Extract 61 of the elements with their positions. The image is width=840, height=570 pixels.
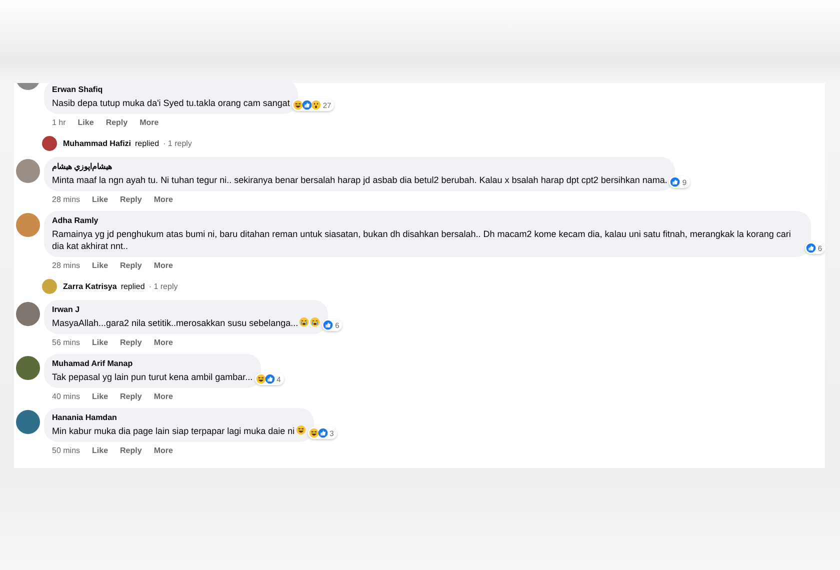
comment-time: 28 mins xyxy=(52,194,80,205)
author-name[interactable]: Hanania Hamdan xyxy=(52,412,306,423)
laughing-face-icon xyxy=(256,374,266,384)
action-link[interactable]: More xyxy=(154,445,173,456)
action-link[interactable]: Reply xyxy=(120,260,142,271)
surprised-face-icon xyxy=(310,100,321,110)
comment-time: 50 mins xyxy=(52,445,80,456)
action-link[interactable]: Reply xyxy=(120,445,142,456)
author-name[interactable]: Erwan Shafiq xyxy=(52,84,290,95)
action-link[interactable]: Reply xyxy=(120,391,142,402)
avatar[interactable] xyxy=(16,410,40,434)
action-link[interactable]: Like xyxy=(92,337,108,348)
laughing-face-icon xyxy=(308,428,319,438)
thumbs-up-icon xyxy=(670,177,680,187)
comment-text: Tak pepasal yg lain pun turut kena ambil gambar... xyxy=(52,372,253,382)
comment-text: Min kabur muka dia page lain siap terpapar lagi muka daie ni xyxy=(52,426,295,436)
avatar[interactable] xyxy=(16,159,40,183)
comment-text: Ramainya yg jd penghukum atas bumi ni, baru ditahan reman untuk siasatan, bukan dh disahkan bersalah.. Dh macam2 kome kecam dia, kalau uni satu fitnah, merangkak la korang cari dia kat akhirat nnt.. xyxy=(52,229,791,251)
action-link[interactable]: Reply xyxy=(120,337,142,348)
thumbs-up-icon xyxy=(318,428,328,438)
action-link[interactable]: Like xyxy=(92,445,108,456)
action-link[interactable]: More xyxy=(154,260,173,271)
action-link[interactable]: More xyxy=(140,117,159,128)
action-link[interactable]: Like xyxy=(78,117,94,128)
action-link[interactable]: Like xyxy=(92,391,108,402)
crying-face-icon xyxy=(299,317,310,327)
laughing-face-icon xyxy=(292,100,303,110)
reply-count-link[interactable]: · 1 reply xyxy=(163,139,192,148)
action-link[interactable]: Reply xyxy=(106,117,128,128)
reply-author[interactable]: Muhammad Hafizi xyxy=(63,139,132,148)
thumbs-up-icon xyxy=(323,320,334,330)
comment-time: 56 mins xyxy=(52,337,80,348)
comment-text: Nasib depa tutup muka da'i Syed tu.takla orang cam sangat xyxy=(52,98,290,108)
comment-time: 40 mins xyxy=(52,391,80,402)
action-link[interactable]: Reply xyxy=(120,194,142,205)
author-name[interactable]: Irwan J xyxy=(52,304,320,315)
replied-label: replied xyxy=(120,282,145,291)
action-link[interactable]: More xyxy=(154,194,173,205)
avatar[interactable] xyxy=(16,302,40,326)
author-name[interactable]: هيشام‌اپوزي هيشام xyxy=(52,161,668,172)
crying-face-icon xyxy=(310,317,320,327)
action-link[interactable]: Like xyxy=(92,260,108,271)
thumbs-up-icon xyxy=(806,243,816,253)
action-link[interactable]: More xyxy=(154,391,173,402)
replied-label: replied xyxy=(135,139,160,148)
thumbs-up-icon xyxy=(302,100,312,110)
author-name[interactable]: Adha Ramly xyxy=(52,215,803,226)
author-name[interactable]: Muhamad Arif Manap xyxy=(52,358,253,369)
reply-author[interactable]: Zarra Katrisya xyxy=(63,282,117,291)
comment-text: Minta maaf la ngn ayah tu. Ni tuhan tegur ni.. sekiranya benar bersalah harap jd asbab dia betul2 berubah. Kalau x bsalah harap dpt cpt2 bersihkan nama. xyxy=(52,175,668,185)
action-link[interactable]: Like xyxy=(92,194,108,205)
reply-count-link[interactable]: · 1 reply xyxy=(148,282,178,291)
avatar[interactable] xyxy=(16,356,40,380)
avatar[interactable] xyxy=(16,213,40,237)
action-link[interactable]: More xyxy=(154,337,173,348)
avatar[interactable] xyxy=(42,136,57,151)
comment-time: 1 hr xyxy=(52,117,66,128)
comment-time: 28 mins xyxy=(52,260,80,271)
thumbs-up-icon xyxy=(264,374,275,384)
comment-text: MasyaAllah...gara2 nila setitik..merosakkan susu sebelanga... xyxy=(52,318,298,328)
laughing-face-icon xyxy=(296,425,306,435)
